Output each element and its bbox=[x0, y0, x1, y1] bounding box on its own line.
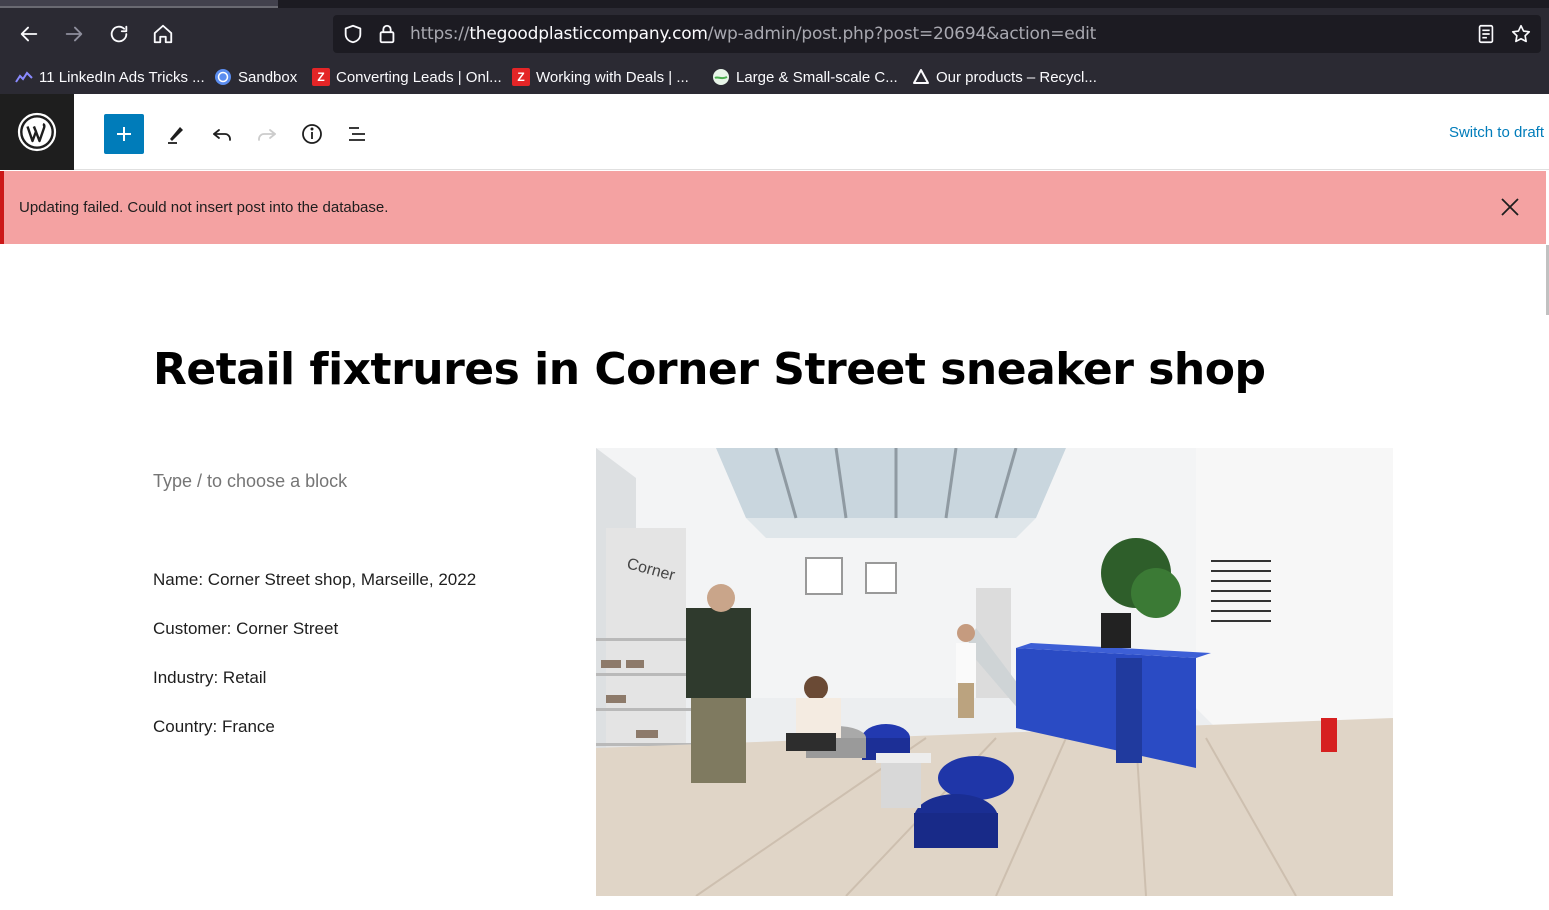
active-tab[interactable] bbox=[0, 0, 278, 8]
redo-icon[interactable] bbox=[247, 114, 287, 154]
error-notice: Updating failed. Could not insert post i… bbox=[0, 171, 1546, 244]
list-view-icon[interactable] bbox=[337, 114, 377, 154]
detail-industry[interactable]: Industry: Retail bbox=[153, 668, 266, 688]
wordpress-logo-icon[interactable] bbox=[0, 94, 74, 170]
bookmark-item[interactable]: Our products – Recycl... bbox=[912, 66, 1097, 88]
zoho-favicon: Z bbox=[512, 68, 530, 86]
detail-customer[interactable]: Customer: Corner Street bbox=[153, 619, 338, 639]
lock-icon[interactable] bbox=[376, 23, 398, 45]
browser-chrome: https://thegoodplasticcompany.com/wp-adm… bbox=[0, 0, 1549, 94]
undo-icon[interactable] bbox=[202, 114, 242, 154]
shield-icon[interactable] bbox=[342, 23, 364, 45]
reader-view-icon[interactable] bbox=[1475, 23, 1497, 45]
detail-country[interactable]: Country: France bbox=[153, 717, 275, 737]
back-icon[interactable] bbox=[15, 20, 43, 48]
info-icon[interactable] bbox=[292, 114, 332, 154]
bookmark-item[interactable]: Sandbox bbox=[214, 66, 297, 88]
bookmarks-bar: 11 LinkedIn Ads Tricks ... Sandbox Z Con… bbox=[0, 62, 1549, 92]
switch-to-draft-button[interactable]: Switch to draft bbox=[1449, 124, 1544, 141]
bookmark-item[interactable]: 11 LinkedIn Ads Tricks ... bbox=[15, 66, 205, 88]
post-image[interactable]: Corner bbox=[596, 448, 1393, 896]
bookmark-star-icon[interactable] bbox=[1510, 23, 1532, 45]
globe-favicon bbox=[712, 68, 730, 86]
notice-message: Updating failed. Could not insert post i… bbox=[19, 199, 389, 216]
bookmark-item[interactable]: Z Converting Leads | Onl... bbox=[312, 66, 502, 88]
add-block-button[interactable] bbox=[104, 114, 144, 154]
forward-icon[interactable] bbox=[60, 20, 88, 48]
edit-pencil-icon[interactable] bbox=[156, 114, 196, 154]
address-bar[interactable]: https://thegoodplasticcompany.com/wp-adm… bbox=[333, 15, 1541, 53]
editor-toolbar: Switch to draft bbox=[0, 94, 1549, 170]
url-text[interactable]: https://thegoodplasticcompany.com/wp-adm… bbox=[410, 24, 1096, 44]
post-title[interactable]: Retail fixtrures in Corner Street sneake… bbox=[153, 344, 1266, 395]
store-photo-illustration: Corner bbox=[596, 448, 1393, 896]
sandbox-favicon bbox=[214, 68, 232, 86]
close-icon[interactable] bbox=[1498, 195, 1522, 219]
tab-strip bbox=[0, 0, 1549, 8]
home-icon[interactable] bbox=[149, 20, 177, 48]
reload-icon[interactable] bbox=[105, 20, 133, 48]
linkedin-ads-favicon bbox=[15, 68, 33, 86]
bookmark-item[interactable]: Z Working with Deals | ... bbox=[512, 66, 689, 88]
recycle-favicon bbox=[912, 68, 930, 86]
detail-name[interactable]: Name: Corner Street shop, Marseille, 202… bbox=[153, 570, 476, 590]
zoho-favicon: Z bbox=[312, 68, 330, 86]
bookmark-item[interactable]: Large & Small-scale C... bbox=[712, 66, 898, 88]
block-placeholder[interactable]: Type / to choose a block bbox=[153, 471, 347, 492]
